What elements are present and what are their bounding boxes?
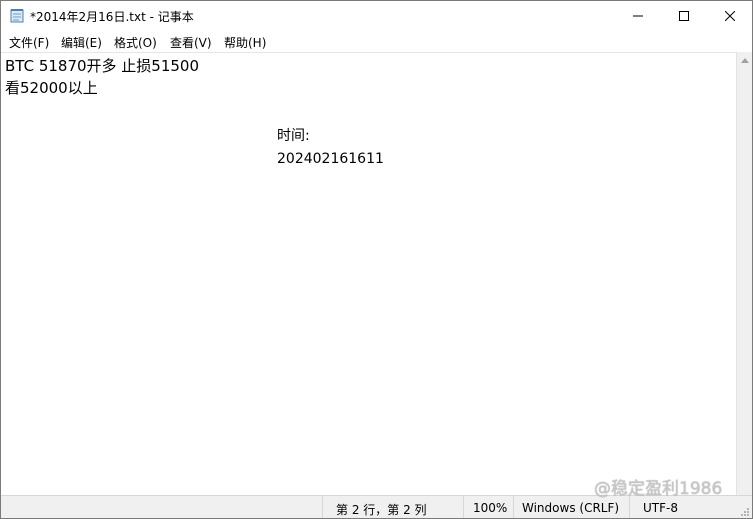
menu-file[interactable]: 文件(F) [9,34,49,51]
editor-line-1: BTC 51870开多 止损51500 [5,57,200,75]
menu-help[interactable]: 帮助(H) [224,34,266,51]
title-bar[interactable]: *2014年2月16日.txt - 记事本 [1,1,752,31]
menu-edit[interactable]: 编辑(E) [61,34,102,51]
status-encoding: UTF-8 [643,501,678,515]
resize-grip-icon[interactable] [740,507,750,517]
vertical-scrollbar[interactable] [736,52,752,495]
close-icon [725,11,735,21]
menu-view[interactable]: 查看(V) [170,34,212,51]
editor-line-2: 看52000以上 [5,79,98,97]
status-segment-zoom: 100% [463,496,514,518]
menu-bar: 文件(F) 编辑(E) 格式(O) 查看(V) 帮助(H) [1,31,752,51]
minimize-button[interactable] [615,1,661,31]
watermark-text: @稳定盈利1986 [594,479,723,499]
maximize-button[interactable] [661,1,707,31]
status-line-ending: Windows (CRLF) [522,501,620,515]
maximize-icon [679,11,689,21]
scroll-up-arrow-icon[interactable] [741,58,749,63]
status-zoom: 100% [473,501,508,515]
notepad-window: *2014年2月16日.txt - 记事本 文件(F) 编辑(E) 格式(O) … [0,0,753,519]
status-segment-position: 第 2 行，第 2 列 [322,496,464,518]
menu-format[interactable]: 格式(O) [114,34,157,51]
status-segment-line-ending: Windows (CRLF) [513,496,630,518]
text-editor-area[interactable]: BTC 51870开多 止损51500 看52000以上 时间: 2024021… [1,52,736,496]
close-button[interactable] [707,1,752,31]
editor-line-time-label: 时间: [277,128,310,144]
notepad-app-icon [10,9,24,23]
minimize-icon [633,15,643,17]
editor-line-timestamp: 202402161611 [277,151,384,167]
window-title: *2014年2月16日.txt - 记事本 [30,10,194,24]
status-cursor-position: 第 2 行，第 2 列 [336,503,427,517]
status-segment-encoding: UTF-8 [629,496,752,518]
